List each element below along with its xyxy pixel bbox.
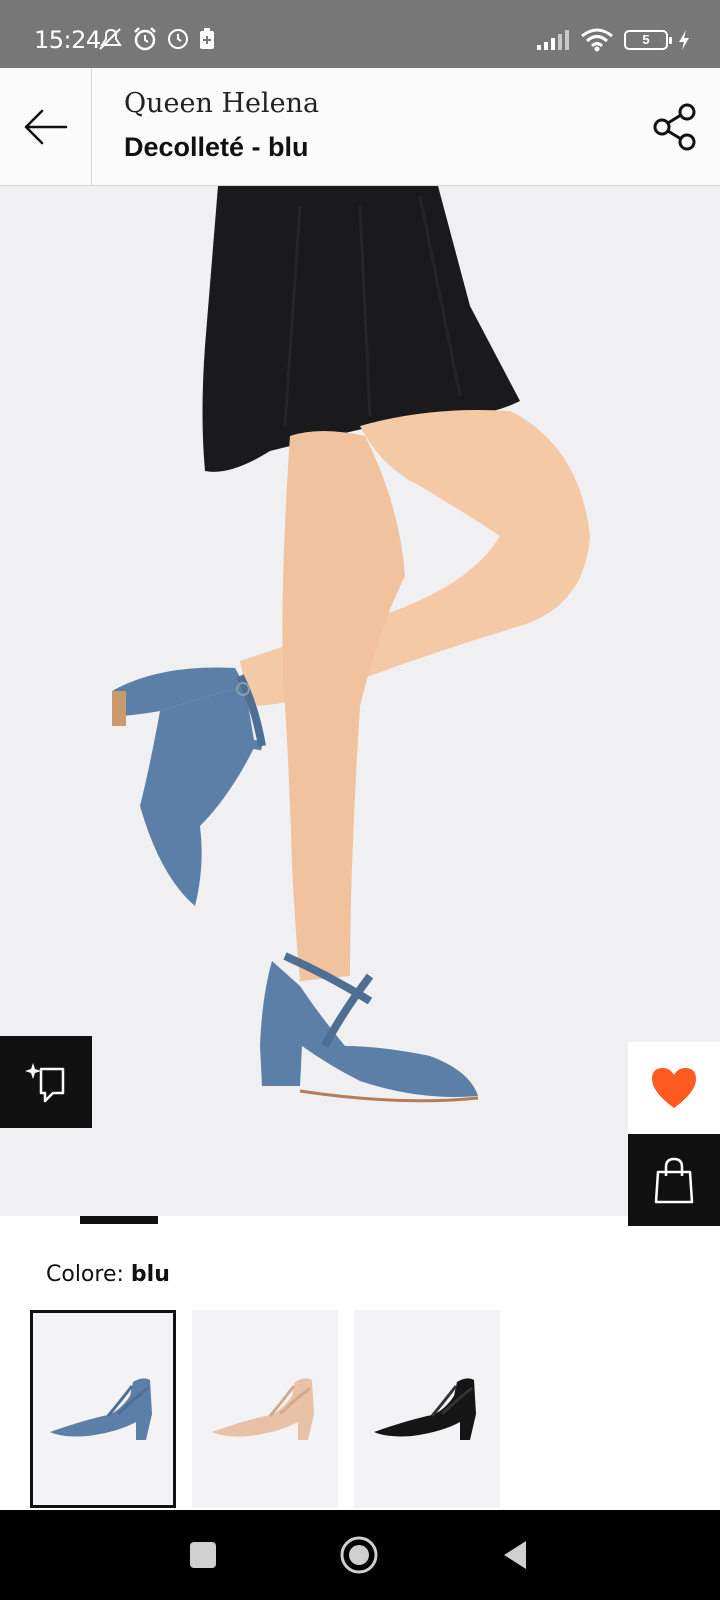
shopping-bag-icon (654, 1157, 694, 1204)
compare-button[interactable] (0, 1036, 92, 1128)
battery-saver-icon (200, 28, 214, 49)
shoe-thumbnail-beige (212, 1378, 314, 1440)
swatch-blu[interactable] (30, 1310, 176, 1508)
raised-shoe (112, 667, 266, 906)
product-title: Decolleté - blu (124, 132, 309, 162)
charging-icon (679, 30, 689, 50)
share-icon (653, 103, 696, 151)
signal-icon (537, 30, 569, 50)
back-button[interactable] (0, 68, 92, 186)
color-label-value: blu (130, 1262, 170, 1287)
app-header: Queen Helena Decolleté - blu (0, 68, 720, 186)
back-nav-button[interactable] (492, 1532, 538, 1578)
arrow-left-icon (24, 109, 67, 145)
color-swatches (30, 1310, 720, 1510)
wifi-icon (581, 28, 613, 52)
brand-name[interactable]: Queen Helena (124, 88, 319, 119)
home-button[interactable] (336, 1532, 382, 1578)
triangle-back-icon (504, 1541, 526, 1569)
status-bar: 15:24 5 (0, 0, 720, 68)
mute-icon (99, 28, 122, 50)
status-icons-right: 5 (536, 28, 690, 52)
status-icons-left (96, 26, 216, 52)
battery-icon: 5 (624, 30, 672, 50)
image-pager[interactable] (0, 1216, 560, 1224)
shoe-thumbnail-nero (374, 1378, 476, 1440)
status-time: 15:24 (34, 26, 101, 54)
standing-shoe (260, 952, 479, 1103)
color-label: Colore: blu (46, 1262, 170, 1287)
square-icon (190, 1542, 216, 1568)
system-nav-bar (0, 1510, 720, 1600)
swatch-beige[interactable] (192, 1310, 338, 1508)
recents-button[interactable] (180, 1532, 226, 1578)
add-to-bag-button[interactable] (628, 1134, 720, 1226)
pager-active-indicator (80, 1216, 158, 1224)
sparkle-tag-icon (25, 1063, 65, 1103)
heart-icon (652, 1068, 696, 1108)
circle-icon (340, 1536, 378, 1574)
color-label-prefix: Colore: (46, 1262, 124, 1287)
product-photo (112, 186, 590, 1103)
clock-icon (168, 29, 188, 49)
product-image[interactable] (0, 186, 720, 1216)
favorite-button[interactable] (628, 1042, 720, 1134)
alarm-icon (134, 27, 156, 51)
shoe-thumbnail-blu (50, 1378, 152, 1440)
share-button[interactable] (648, 100, 702, 154)
swatch-nero[interactable] (354, 1310, 500, 1508)
standing-leg (282, 431, 405, 981)
